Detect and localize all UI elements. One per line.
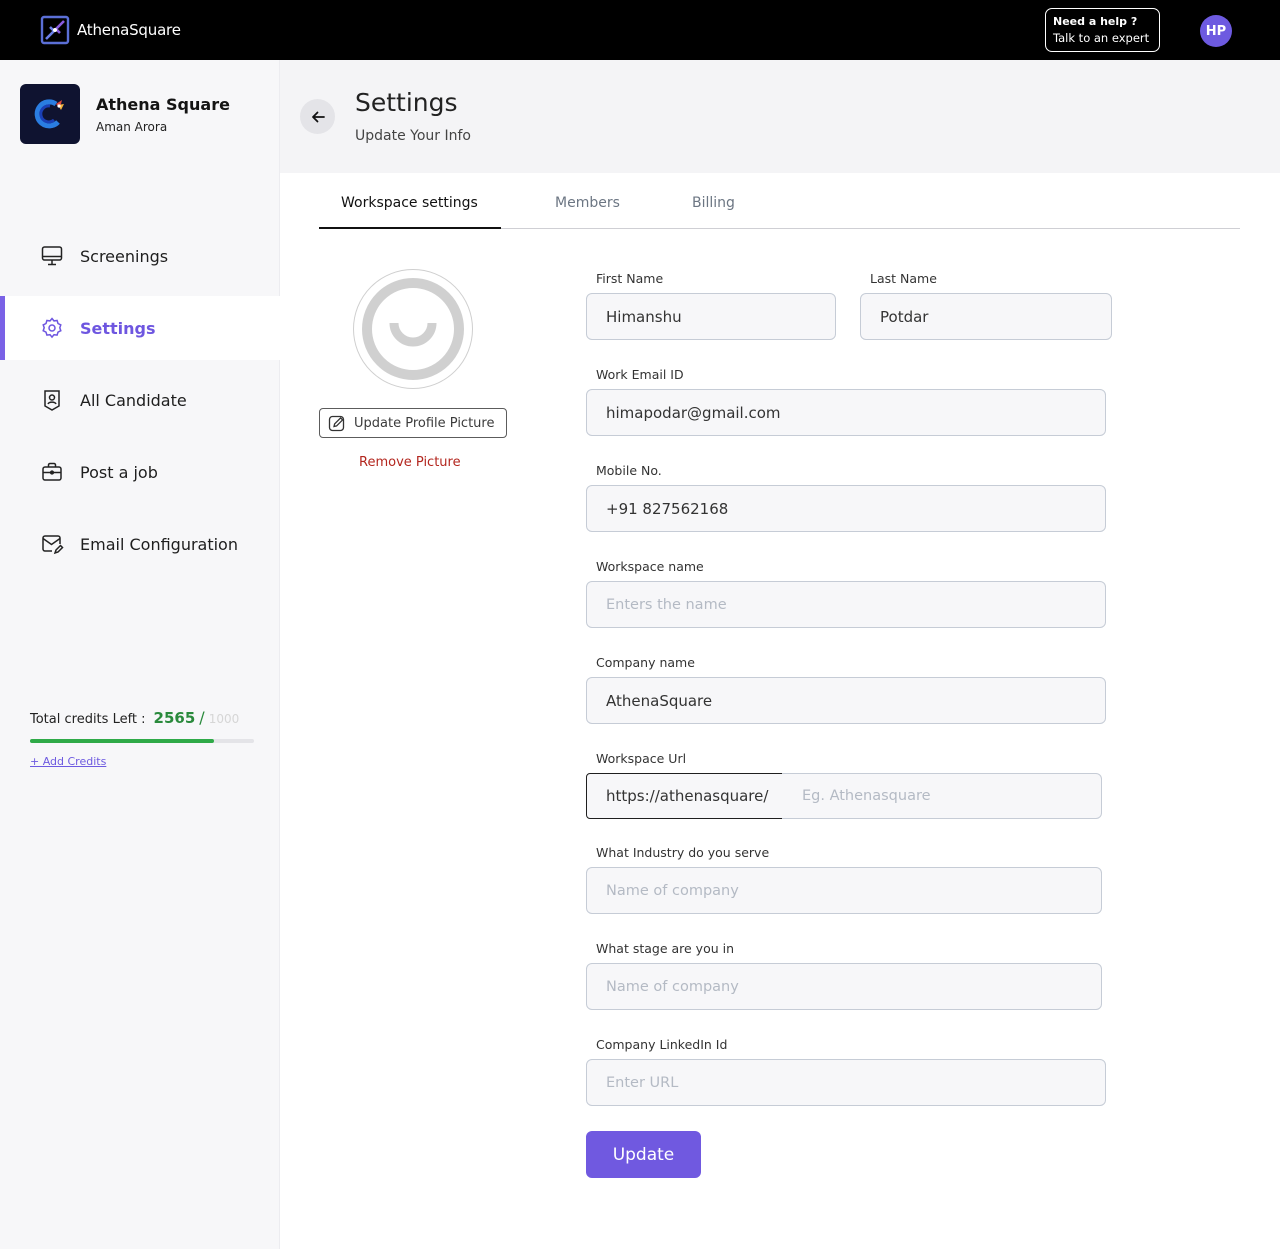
- email-label: Work Email ID: [596, 367, 684, 382]
- credits-label: Total credits Left :: [30, 712, 146, 727]
- user-badge-icon: [40, 388, 64, 412]
- help-button[interactable]: Need a help ? Talk to an expert: [1045, 8, 1160, 52]
- stage-label: What stage are you in: [596, 941, 735, 956]
- add-credits-link[interactable]: + Add Credits: [30, 755, 106, 768]
- credits-total: 1000: [208, 712, 240, 726]
- active-tab-indicator: [319, 227, 501, 229]
- email-field[interactable]: himapodar@gmail.com: [586, 389, 1106, 436]
- mobile-label: Mobile No.: [596, 463, 662, 478]
- monitor-icon: [40, 244, 64, 268]
- first-name-field[interactable]: Himanshu: [586, 293, 836, 340]
- page-subtitle: Update Your Info: [355, 128, 471, 144]
- mail-edit-icon: [40, 532, 64, 556]
- sidebar-item-label: Settings: [80, 318, 156, 338]
- workspace-url-label: Workspace Url: [596, 751, 687, 766]
- workspace-url-field[interactable]: Eg. Athenasquare: [782, 773, 1102, 819]
- org-name: Athena Square: [96, 94, 230, 114]
- sidebar-item-all-candidate[interactable]: All Candidate: [0, 368, 280, 432]
- page-header: Settings Update Your Info: [280, 60, 1280, 173]
- org-logo-icon: [34, 99, 64, 129]
- workspace-url-prefix: https://athenasquare/: [586, 773, 783, 819]
- sidebar-item-label: Post a job: [80, 462, 158, 482]
- sidebar-item-label: Screenings: [80, 246, 169, 266]
- brand-logo[interactable]: AthenaSquare: [40, 15, 181, 45]
- help-title: Need a help ?: [1053, 15, 1138, 28]
- credits-progress-fill: [30, 739, 214, 743]
- help-subtitle: Talk to an expert: [1053, 31, 1150, 45]
- sidebar-item-email-configuration[interactable]: Email Configuration: [0, 512, 280, 576]
- stage-field[interactable]: Name of company: [586, 963, 1102, 1010]
- settings-tabs: Workspace settings Members Billing: [319, 183, 1240, 229]
- org-logo: [20, 84, 80, 144]
- update-profile-picture-button[interactable]: Update Profile Picture: [319, 408, 507, 438]
- page-title: Settings: [355, 88, 458, 117]
- company-name-field[interactable]: AthenaSquare: [586, 677, 1106, 724]
- org-user: Aman Arora: [96, 119, 168, 134]
- linkedin-label: Company LinkedIn Id: [596, 1037, 728, 1052]
- company-name-label: Company name: [596, 655, 695, 670]
- tab-workspace-settings[interactable]: Workspace settings: [341, 195, 478, 211]
- brand-name: AthenaSquare: [77, 21, 181, 39]
- user-avatar[interactable]: HP: [1200, 15, 1232, 47]
- update-button[interactable]: Update: [586, 1131, 701, 1178]
- tab-members[interactable]: Members: [555, 195, 620, 211]
- update-profile-picture-label: Update Profile Picture: [354, 415, 495, 431]
- industry-label: What Industry do you serve: [596, 845, 770, 860]
- sidebar-item-settings[interactable]: Settings: [0, 296, 280, 360]
- sidebar: Athena Square Aman Arora Screenings Sett…: [0, 60, 280, 1249]
- org-card: Athena Square Aman Arora: [20, 84, 230, 144]
- credits-value: 2565: [153, 709, 196, 727]
- first-name-label: First Name: [596, 271, 664, 286]
- arrow-left-icon: [311, 111, 325, 122]
- linkedin-field[interactable]: Enter URL: [586, 1059, 1106, 1106]
- sidebar-item-label: All Candidate: [80, 390, 187, 410]
- profile-picture: [353, 269, 473, 389]
- remove-picture-link[interactable]: Remove Picture: [359, 455, 461, 470]
- athenasquare-logo-icon: [40, 15, 70, 45]
- mobile-field[interactable]: +91 827562168: [586, 485, 1106, 532]
- last-name-field[interactable]: Potdar: [860, 293, 1112, 340]
- industry-field[interactable]: Name of company: [586, 867, 1102, 914]
- credits-separator: /: [199, 708, 205, 727]
- sidebar-item-post-a-job[interactable]: Post a job: [0, 440, 280, 504]
- avatar-placeholder-icon: [362, 278, 464, 380]
- workspace-name-label: Workspace name: [596, 559, 704, 574]
- tab-billing[interactable]: Billing: [692, 195, 735, 211]
- edit-icon: [328, 415, 345, 432]
- back-button[interactable]: [300, 99, 335, 134]
- credits-panel: Total credits Left : 2565 / 1000 + Add C…: [30, 708, 254, 769]
- briefcase-icon: [40, 460, 64, 484]
- credits-progress-bar: [30, 739, 254, 743]
- sidebar-item-screenings[interactable]: Screenings: [0, 224, 280, 288]
- last-name-label: Last Name: [870, 271, 937, 286]
- workspace-name-field[interactable]: Enters the name: [586, 581, 1106, 628]
- gear-icon: [40, 316, 64, 340]
- top-bar: AthenaSquare Need a help ? Talk to an ex…: [0, 0, 1280, 60]
- sidebar-item-label: Email Configuration: [80, 534, 238, 554]
